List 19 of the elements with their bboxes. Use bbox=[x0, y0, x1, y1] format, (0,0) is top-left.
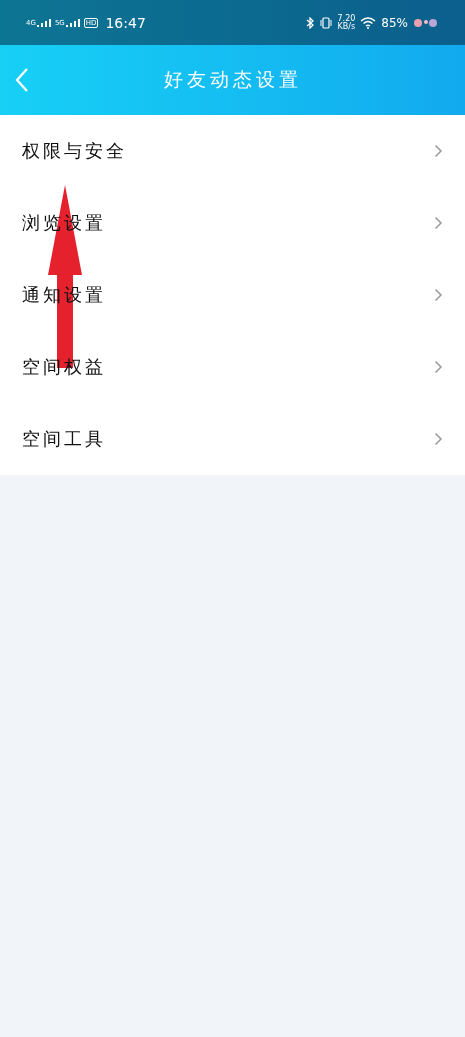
signal-icon bbox=[36, 18, 51, 27]
settings-row[interactable]: 空间工具 bbox=[0, 403, 465, 475]
signal-icon bbox=[65, 18, 80, 27]
settings-row[interactable]: 权限与安全 bbox=[0, 115, 465, 187]
chevron-icon bbox=[434, 288, 443, 302]
bluetooth-icon bbox=[305, 16, 314, 29]
network-speed: 7.20 bbox=[337, 14, 356, 23]
wifi-icon bbox=[360, 16, 377, 29]
settings-row[interactable]: 空间权益 bbox=[0, 331, 465, 403]
chevron-icon bbox=[434, 144, 443, 158]
battery-percent: 85% bbox=[381, 15, 408, 30]
speed-unit: KB/s bbox=[337, 22, 356, 31]
status-time: 16:47 bbox=[105, 14, 146, 31]
vibrate-icon bbox=[318, 16, 333, 29]
flowers-icon bbox=[413, 16, 439, 29]
chevron-icon bbox=[434, 360, 443, 374]
chevron-icon bbox=[434, 432, 443, 446]
chevron-icon bbox=[434, 216, 443, 230]
page-title: 好友动态设置 bbox=[163, 67, 302, 92]
